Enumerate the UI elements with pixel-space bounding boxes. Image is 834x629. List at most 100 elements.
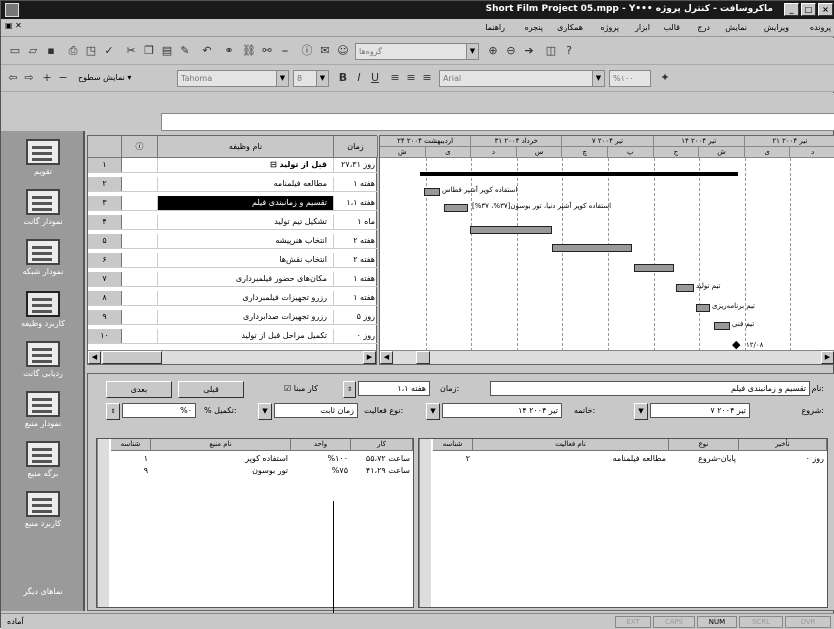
resource-row-id[interactable]: ۹ — [111, 465, 151, 477]
next-button[interactable]: بعدی — [106, 381, 172, 398]
cut-icon[interactable]: ✂ — [123, 44, 139, 59]
task-name-cell[interactable]: رزرو تجهیزات فیلمبرداری — [158, 291, 334, 305]
gantt-bar-2[interactable] — [424, 188, 440, 196]
row-number[interactable]: ۶ — [88, 253, 122, 267]
underline-icon[interactable]: U — [367, 71, 383, 86]
duration-cell[interactable]: ۱ هفته — [334, 291, 378, 305]
view-task-usage[interactable]: کاربرد وظیفه — [1, 291, 85, 328]
scroll-left-icon[interactable]: ◀ — [88, 351, 101, 364]
filter-combo[interactable]: Arial ▼ — [439, 70, 605, 87]
duration-cell[interactable]: ۲ هفته — [334, 234, 378, 248]
resources-name-header[interactable]: نام منبع — [151, 439, 291, 451]
menu-insert[interactable]: درج — [697, 23, 710, 32]
task-name-cell[interactable]: تشکیل تیم تولید — [158, 215, 334, 229]
view-more-views[interactable]: نماهای دیگر — [1, 587, 85, 596]
align-right-icon[interactable]: ≡ — [419, 71, 435, 86]
font-size-combo[interactable]: 8 ▼ — [293, 70, 329, 87]
format-painter-icon[interactable]: ✎ — [177, 44, 193, 59]
start-field[interactable]: ۷ تیر ۲۰۰۴ — [650, 403, 750, 418]
task-name-cell[interactable]: رزرو تجهیزات صدابرداری — [158, 310, 334, 324]
goto-task-icon[interactable]: ➔ — [521, 44, 537, 59]
row-header-corner[interactable] — [88, 136, 122, 158]
table-row[interactable]: ۱ ⊟ قبل از تولید ۲۷،۳۱ روز — [88, 158, 378, 173]
menu-format[interactable]: قالب — [663, 23, 680, 32]
gantt-bar-3[interactable] — [444, 204, 468, 212]
zoom-in-icon[interactable]: ⊕ — [485, 44, 501, 59]
resource-row-work[interactable]: ۴۱،۲۹ ساعت — [351, 465, 413, 477]
percent-complete-field[interactable]: %۰ — [122, 403, 196, 418]
duration-cell[interactable]: ۲۷،۳۱ روز — [334, 158, 378, 172]
table-row[interactable]: ۹ رزرو تجهیزات صدابرداری ۵ روز — [88, 310, 378, 325]
collapse-icon[interactable]: ⊟ — [270, 160, 280, 169]
row-number[interactable]: ۲ — [88, 177, 122, 191]
duration-field[interactable]: ۱،۱ هفته — [358, 381, 430, 396]
duration-spinner[interactable]: ⇕ — [343, 381, 356, 398]
align-center-icon[interactable]: ≡ — [403, 71, 419, 86]
task-name-cell[interactable]: انتخاب نقش‌ها — [158, 253, 334, 267]
view-resource-usage[interactable]: کاربرد منبع — [1, 491, 85, 528]
gantt-bar-8[interactable] — [696, 304, 710, 312]
table-row[interactable]: ۱۰ تکمیل مراحل قبل از تولید ۰ روز — [88, 329, 378, 344]
table-row[interactable]: ۸ رزرو تجهیزات فیلمبرداری ۱ هفته — [88, 291, 378, 306]
paste-icon[interactable]: ▤ — [159, 44, 175, 59]
font-name-combo[interactable]: Tahoma ▼ — [177, 70, 289, 87]
menu-file[interactable]: پرونده — [810, 23, 831, 32]
row-number[interactable]: ۵ — [88, 234, 122, 248]
app-icon[interactable] — [5, 3, 19, 17]
duration-cell[interactable]: ۱ ماه — [334, 215, 378, 229]
duration-cell[interactable]: ۲ هفته — [334, 253, 378, 267]
zoom-out-icon[interactable]: ⊖ — [503, 44, 519, 59]
gantt-bar-9[interactable] — [714, 322, 730, 330]
predecessor-row-lag[interactable]: ۰ روز — [739, 453, 827, 465]
unlink-tasks-icon[interactable]: ⚯ — [259, 44, 275, 59]
predecessor-row-id[interactable]: ۲ — [433, 453, 473, 465]
scroll-right-icon[interactable]: ▶ — [821, 351, 834, 364]
resource-row-units[interactable]: %۷۵ — [291, 465, 351, 477]
split-task-icon[interactable]: ⎯ — [277, 44, 293, 59]
resource-row-work[interactable]: ۵۵،۷۲ ساعت — [351, 453, 413, 465]
task-name-cell[interactable]: مکان‌های حضور فیلمبرداری — [158, 272, 334, 286]
resource-row-name[interactable]: استفاده کوپر — [151, 453, 291, 465]
task-name-cell[interactable]: ⊟ قبل از تولید — [158, 158, 334, 172]
task-name-cell[interactable]: تقسیم و زمانبندی فیلم — [158, 196, 334, 210]
table-row[interactable]: ۷ مکان‌های حضور فیلمبرداری ۱ هفته — [88, 272, 378, 287]
menu-view[interactable]: نمایش — [725, 23, 747, 32]
align-left-icon[interactable]: ≡ — [387, 71, 403, 86]
duration-column-header[interactable]: زمان — [334, 136, 378, 158]
duration-cell[interactable]: ۱ هفته — [334, 272, 378, 286]
table-row[interactable]: ۳ تقسیم و زمانبندی فیلم ۱،۱ هفته — [88, 196, 378, 211]
row-number[interactable]: ۸ — [88, 291, 122, 305]
row-number[interactable]: ۹ — [88, 310, 122, 324]
view-gantt-chart[interactable]: نمودار گانت — [1, 189, 85, 226]
gantt-wizard-icon[interactable]: ✦ — [657, 71, 673, 86]
start-date-dropdown[interactable]: ▼ — [634, 403, 648, 420]
print-preview-icon[interactable]: ◳ — [83, 44, 99, 59]
resources-id-header[interactable]: شناسه — [111, 439, 151, 451]
view-network-diagram[interactable]: نمودار شبکه — [1, 239, 85, 276]
mdi-controls[interactable]: ▣ ✕ — [5, 21, 31, 34]
effort-driven-checkbox[interactable]: ☑ — [284, 384, 291, 393]
gantt-bar-6[interactable] — [634, 264, 674, 272]
table-row[interactable]: ۴ تشکیل تیم تولید ۱ ماه — [88, 215, 378, 230]
table-row[interactable]: ۲ مطالعه فیلمنامه ۱ هفته — [88, 177, 378, 192]
task-type-field[interactable]: زمان ثابت — [274, 403, 358, 418]
summary-task-bar[interactable] — [420, 172, 738, 176]
duration-cell[interactable]: ۱،۱ هفته — [334, 196, 378, 210]
menu-collaborate[interactable]: همکاری — [557, 23, 583, 32]
new-icon[interactable]: ▭ — [7, 44, 23, 59]
predecessors-lag-header[interactable]: تأخیر — [739, 439, 827, 451]
print-icon[interactable]: ⎙ — [65, 44, 81, 59]
name-field[interactable]: تقسیم و زمانبندی فیلم — [490, 381, 810, 396]
minimize-button[interactable]: _ — [784, 3, 799, 16]
previous-button[interactable]: قبلی — [178, 381, 244, 398]
view-resource-graph[interactable]: نمودار منبع — [1, 391, 85, 428]
view-calendar[interactable]: تقویم — [1, 139, 85, 176]
task-info-icon[interactable]: ⓘ — [299, 44, 315, 59]
finish-date-dropdown[interactable]: ▼ — [426, 403, 440, 420]
scroll-right-icon[interactable]: ▶ — [363, 351, 376, 364]
percent-spinner[interactable]: ⇕ — [106, 403, 120, 420]
bold-icon[interactable]: B — [335, 71, 351, 86]
outdent-icon[interactable]: ⇦ — [5, 71, 21, 86]
table-row[interactable]: ۶ انتخاب نقش‌ها ۲ هفته — [88, 253, 378, 268]
predecessors-vertical-scrollbar[interactable] — [419, 439, 431, 607]
